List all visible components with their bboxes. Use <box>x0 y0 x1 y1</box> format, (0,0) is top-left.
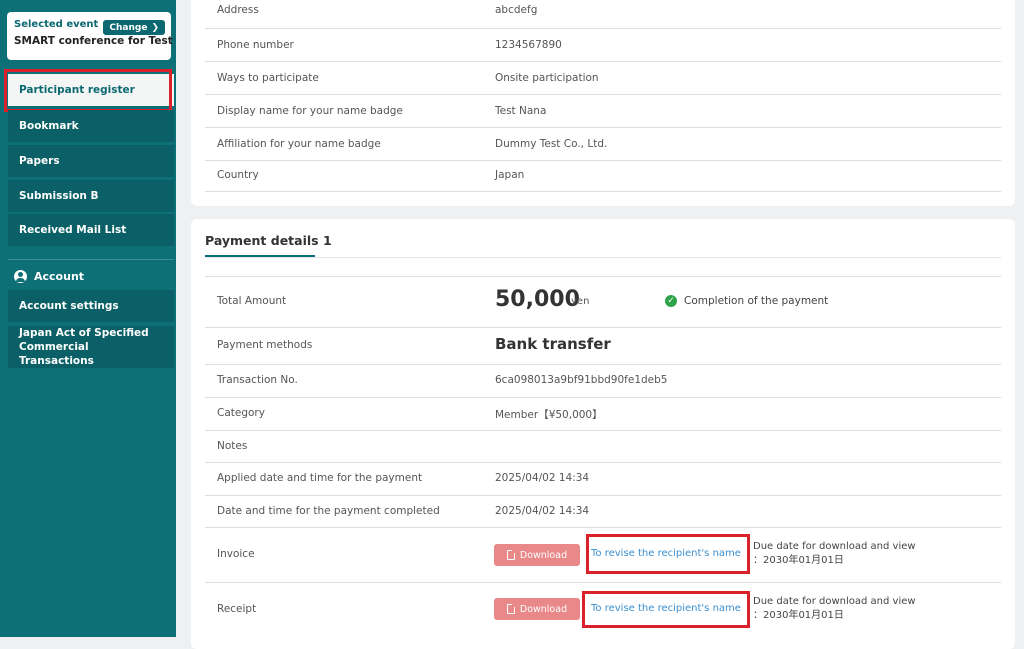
due-date-text: Due date for download and view ：2030年01月… <box>753 595 1003 623</box>
row-value: Japan <box>495 169 525 181</box>
table-row: Phone number 1234567890 <box>205 29 1001 62</box>
row-label: Ways to participate <box>217 72 319 84</box>
row-label: Affiliation for your name badge <box>217 138 381 150</box>
account-heading: Account <box>14 270 84 283</box>
document-icon <box>506 550 515 560</box>
due-line: Due date for download and view <box>753 541 916 552</box>
due-line: Due date for download and view <box>753 596 916 607</box>
event-name: SMART conference for Test <box>14 35 173 47</box>
row-label: Payment methods <box>217 339 313 351</box>
row-value: Test Nana <box>495 105 547 117</box>
highlight-box <box>582 591 750 628</box>
row-label: Date and time for the payment completed <box>217 505 440 517</box>
row-label: Display name for your name badge <box>217 105 403 117</box>
table-row-method: Payment methods Bank transfer <box>205 327 1001 365</box>
status-text: Completion of the payment <box>684 295 829 307</box>
row-label: Applied date and time for the payment <box>217 472 423 484</box>
payment-title: Payment details 1 <box>205 233 332 248</box>
sidebar-item-bookmark[interactable]: Bookmark <box>8 110 174 142</box>
table-row-total: Total Amount 50,000 yen ✓ Completion of … <box>205 276 1001 328</box>
row-value: Onsite participation <box>495 72 599 84</box>
row-value: 6ca098013a9bf91bbd90fe1deb5 <box>495 374 668 386</box>
row-label: Notes <box>217 440 248 452</box>
table-row: Affiliation for your name badge Dummy Te… <box>205 128 1001 161</box>
payment-card: Payment details 1 Total Amount 50,000 ye… <box>191 219 1015 649</box>
sidebar: Selected event Change ❯ SMART conference… <box>0 0 176 637</box>
sidebar-item-label: Account settings <box>19 300 119 312</box>
change-label: Change <box>109 22 148 33</box>
sidebar-item-label: Received Mail List <box>19 224 127 236</box>
row-value: 1234567890 <box>495 39 562 51</box>
download-label: Download <box>519 549 568 561</box>
row-label: Country <box>217 169 259 181</box>
download-receipt-button[interactable]: Download <box>494 598 580 620</box>
row-value: Member【¥50,000】 <box>495 409 603 421</box>
row-label: Address <box>217 4 259 16</box>
row-label: Receipt <box>217 603 257 615</box>
chevron-right-icon: ❯ <box>151 22 159 33</box>
table-row: Display name for your name badge Test Na… <box>205 95 1001 128</box>
sidebar-item-label: Bookmark <box>19 120 79 132</box>
row-label: Category <box>217 407 265 419</box>
participant-info-card: Address abcdefg Phone number 1234567890 … <box>191 0 1015 206</box>
table-row-invoice: Invoice Download To revise the recipient… <box>205 528 1001 583</box>
sidebar-item-label: Japan Act of Specified Commercial Transa… <box>19 327 149 367</box>
due-date-value: ：2030年01月01日 <box>753 610 844 621</box>
table-row-transaction: Transaction No. 6ca098013a9bf91bbd90fe1d… <box>205 365 1001 398</box>
sidebar-item-commercial-transactions[interactable]: Japan Act of Specified Commercial Transa… <box>8 326 174 368</box>
table-row: Country Japan <box>205 161 1001 192</box>
row-value: Dummy Test Co., Ltd. <box>495 138 608 150</box>
row-label: Invoice <box>217 548 255 560</box>
table-row-completed: Date and time for the payment completed … <box>205 496 1001 528</box>
row-value: 2025/04/02 14:34 <box>495 472 590 484</box>
sidebar-item-label: Submission B <box>19 190 99 202</box>
row-label: Phone number <box>217 39 294 51</box>
table-row-applied: Applied date and time for the payment 20… <box>205 463 1001 496</box>
check-circle-icon: ✓ <box>665 295 677 307</box>
sidebar-item-received-mail-list[interactable]: Received Mail List <box>8 214 174 246</box>
row-value: 2025/04/02 14:34 <box>495 505 590 517</box>
sidebar-item-label: Papers <box>19 155 60 167</box>
table-row-category: Category Member【¥50,000】 <box>205 398 1001 431</box>
title-divider <box>205 257 1001 258</box>
title-underline <box>205 255 315 257</box>
document-icon <box>506 604 515 614</box>
sidebar-item-account-settings[interactable]: Account settings <box>8 290 174 322</box>
row-label: Transaction No. <box>217 374 298 386</box>
download-label: Download <box>519 603 568 615</box>
table-row-receipt: Receipt Download To revise the recipient… <box>205 583 1001 637</box>
selected-event-box: Selected event Change ❯ SMART conference… <box>7 12 173 60</box>
change-event-button[interactable]: Change ❯ <box>103 20 165 35</box>
payment-method-value: Bank transfer <box>495 335 611 353</box>
row-label: Total Amount <box>217 295 287 307</box>
table-row-notes: Notes <box>205 431 1001 463</box>
row-value: abcdefg <box>495 4 538 16</box>
currency-label: yen <box>571 296 590 307</box>
account-heading-label: Account <box>34 270 85 283</box>
sidebar-item-papers[interactable]: Papers <box>8 145 174 177</box>
status-badge: ✓ Completion of the payment <box>665 295 828 307</box>
table-row: Address abcdefg <box>205 0 1001 29</box>
sidebar-divider <box>8 259 174 260</box>
user-icon <box>14 270 27 283</box>
table-row: Ways to participate Onsite participation <box>205 62 1001 95</box>
due-date-value: ：2030年01月01日 <box>753 555 844 566</box>
sidebar-item-submission-b[interactable]: Submission B <box>8 180 174 212</box>
highlight-box <box>4 69 172 112</box>
due-date-text: Due date for download and view ：2030年01月… <box>753 540 1003 568</box>
highlight-box <box>586 534 750 574</box>
total-amount: 50,000 <box>495 287 580 312</box>
download-invoice-button[interactable]: Download <box>494 544 580 566</box>
